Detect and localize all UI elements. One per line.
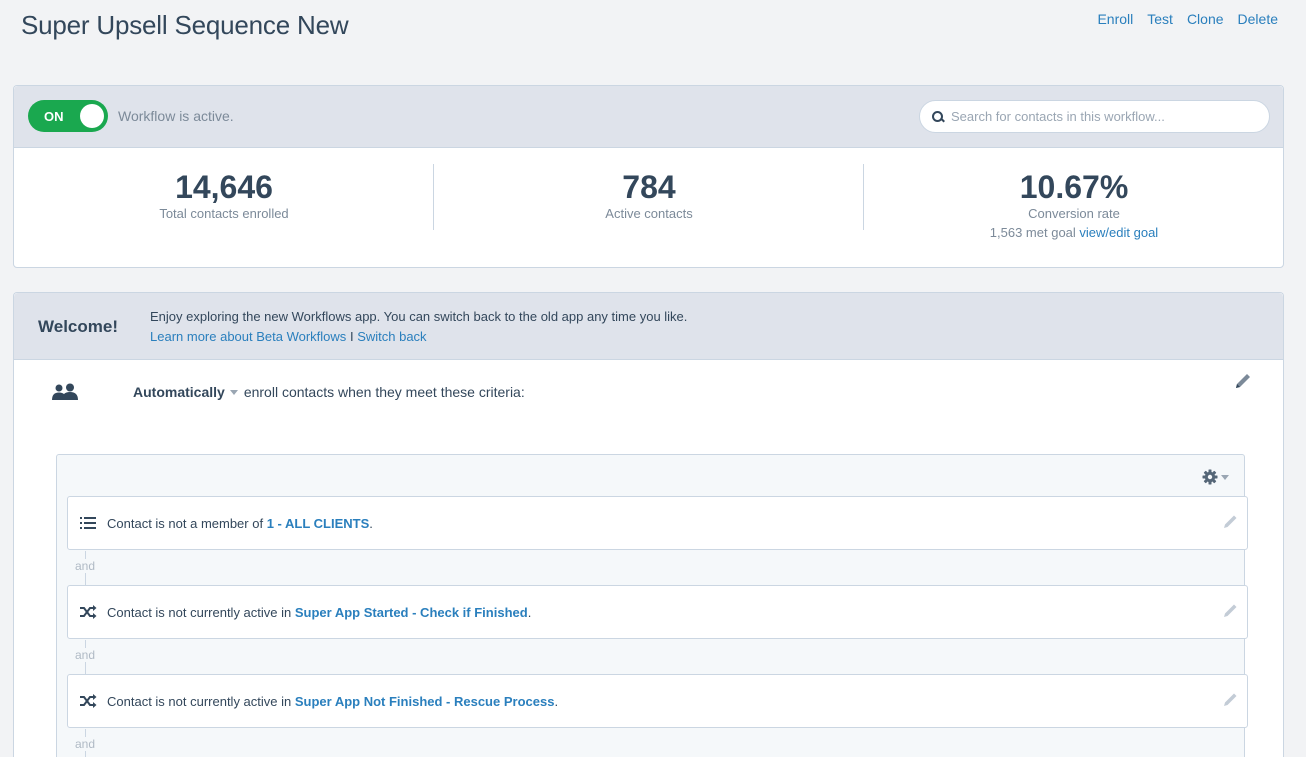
stat-divider bbox=[433, 164, 434, 230]
and-connector: and bbox=[75, 729, 105, 757]
connector-line bbox=[85, 551, 86, 559]
workflow-active-toggle[interactable]: ON bbox=[28, 100, 108, 132]
and-connector: and bbox=[75, 640, 105, 674]
stat-label: Conversion rate bbox=[1028, 206, 1120, 221]
connector-line bbox=[85, 662, 86, 674]
trigger-text: enroll contacts when they meet these cri… bbox=[243, 384, 525, 400]
criterion-suffix: . bbox=[554, 694, 559, 709]
page-title: Super Upsell Sequence New bbox=[21, 10, 349, 40]
connector-line bbox=[85, 751, 86, 757]
enroll-link[interactable]: Enroll bbox=[1097, 11, 1133, 27]
criterion-list-link[interactable]: 1 - ALL CLIENTS bbox=[267, 516, 370, 531]
and-label: and bbox=[75, 559, 96, 573]
criterion-suffix: . bbox=[527, 605, 532, 620]
trigger-sentence: Automatically enroll contacts when they m… bbox=[133, 384, 525, 400]
search-icon bbox=[932, 110, 944, 123]
welcome-message: Enjoy exploring the new Workflows app. Y… bbox=[150, 307, 687, 347]
view-edit-goal-link[interactable]: view/edit goal bbox=[1079, 225, 1158, 240]
delete-link[interactable]: Delete bbox=[1238, 11, 1278, 27]
enrollment-mode-dropdown[interactable]: Automatically bbox=[133, 384, 225, 400]
and-label: and bbox=[75, 648, 96, 662]
criterion-workflow-link[interactable]: Super App Not Finished - Rescue Process bbox=[295, 694, 555, 709]
pencil-icon[interactable] bbox=[1233, 371, 1253, 391]
criterion-text: Contact is not currently active in Super… bbox=[107, 694, 558, 709]
criterion-prefix: Contact is not currently active in bbox=[107, 605, 295, 620]
criteria-group: Contact is not a member of 1 - ALL CLIEN… bbox=[56, 454, 1248, 757]
workflow-editor-panel: Welcome! Enjoy exploring the new Workflo… bbox=[13, 292, 1284, 757]
stat-conversion-rate: 10.67% Conversion rate 1,563 met goal vi… bbox=[864, 170, 1284, 240]
test-link[interactable]: Test bbox=[1147, 11, 1173, 27]
criterion-prefix: Contact is not a member of bbox=[107, 516, 267, 531]
stat-active-contacts: 784 Active contacts bbox=[439, 170, 859, 221]
page-actions: Enroll Test Clone Delete bbox=[1097, 11, 1278, 27]
criterion-item[interactable]: Contact is not currently active in Super… bbox=[67, 585, 1248, 639]
shuffle-icon bbox=[80, 605, 97, 619]
criterion-text: Contact is not currently active in Super… bbox=[107, 605, 531, 620]
chevron-down-icon[interactable] bbox=[229, 389, 238, 395]
stat-value: 10.67% bbox=[1019, 169, 1129, 205]
stats-row: 14,646 Total contacts enrolled 784 Activ… bbox=[14, 148, 1283, 268]
workflow-status-text: Workflow is active. bbox=[118, 108, 234, 124]
and-label: and bbox=[75, 737, 96, 751]
criterion-text: Contact is not a member of 1 - ALL CLIEN… bbox=[107, 516, 373, 531]
status-bar: ON Workflow is active. bbox=[14, 86, 1283, 148]
criterion-item[interactable]: Contact is not currently active in Super… bbox=[67, 674, 1248, 728]
learn-more-link[interactable]: Learn more about Beta Workflows bbox=[150, 329, 346, 344]
welcome-title: Welcome! bbox=[38, 317, 118, 336]
connector-line bbox=[85, 729, 86, 737]
enrollment-trigger: Automatically enroll contacts when they m… bbox=[50, 381, 1250, 405]
toggle-knob bbox=[80, 104, 104, 128]
met-goal-line: 1,563 met goal view/edit goal bbox=[864, 225, 1284, 240]
connector-line bbox=[85, 573, 86, 585]
welcome-banner: Welcome! Enjoy exploring the new Workflo… bbox=[14, 293, 1283, 360]
welcome-text: Enjoy exploring the new Workflows app. Y… bbox=[150, 309, 688, 324]
switch-back-link[interactable]: Switch back bbox=[357, 329, 426, 344]
toggle-label: ON bbox=[44, 108, 64, 124]
criterion-prefix: Contact is not currently active in bbox=[107, 694, 295, 709]
criteria-settings-button[interactable] bbox=[1202, 467, 1234, 487]
stat-value: 784 bbox=[622, 169, 676, 205]
link-separator: I bbox=[349, 329, 354, 344]
workflow-status-panel: ON Workflow is active. 14,646 Total cont… bbox=[13, 85, 1284, 268]
gear-icon bbox=[1202, 469, 1218, 485]
clone-link[interactable]: Clone bbox=[1187, 11, 1224, 27]
criterion-workflow-link[interactable]: Super App Started - Check if Finished bbox=[295, 605, 528, 620]
stat-label: Active contacts bbox=[605, 206, 693, 221]
connector-line bbox=[85, 640, 86, 648]
and-connector: and bbox=[75, 551, 105, 585]
contacts-icon bbox=[52, 383, 78, 400]
stat-label: Total contacts enrolled bbox=[159, 206, 289, 221]
contact-search-input[interactable] bbox=[951, 109, 1251, 124]
pencil-icon[interactable] bbox=[1221, 513, 1239, 531]
pencil-icon[interactable] bbox=[1221, 691, 1239, 709]
stat-value: 14,646 bbox=[175, 169, 273, 205]
chevron-down-icon bbox=[1221, 474, 1229, 480]
list-icon bbox=[80, 517, 96, 529]
criterion-suffix: . bbox=[369, 516, 373, 531]
criterion-item[interactable]: Contact is not a member of 1 - ALL CLIEN… bbox=[67, 496, 1248, 550]
pencil-icon[interactable] bbox=[1221, 602, 1239, 620]
welcome-links: Learn more about Beta Workflows I Switch… bbox=[150, 327, 687, 347]
stat-total-enrolled: 14,646 Total contacts enrolled bbox=[14, 170, 434, 221]
contact-search[interactable] bbox=[919, 100, 1270, 133]
met-goal-count: 1,563 met goal bbox=[989, 225, 1076, 240]
shuffle-icon bbox=[80, 694, 97, 708]
